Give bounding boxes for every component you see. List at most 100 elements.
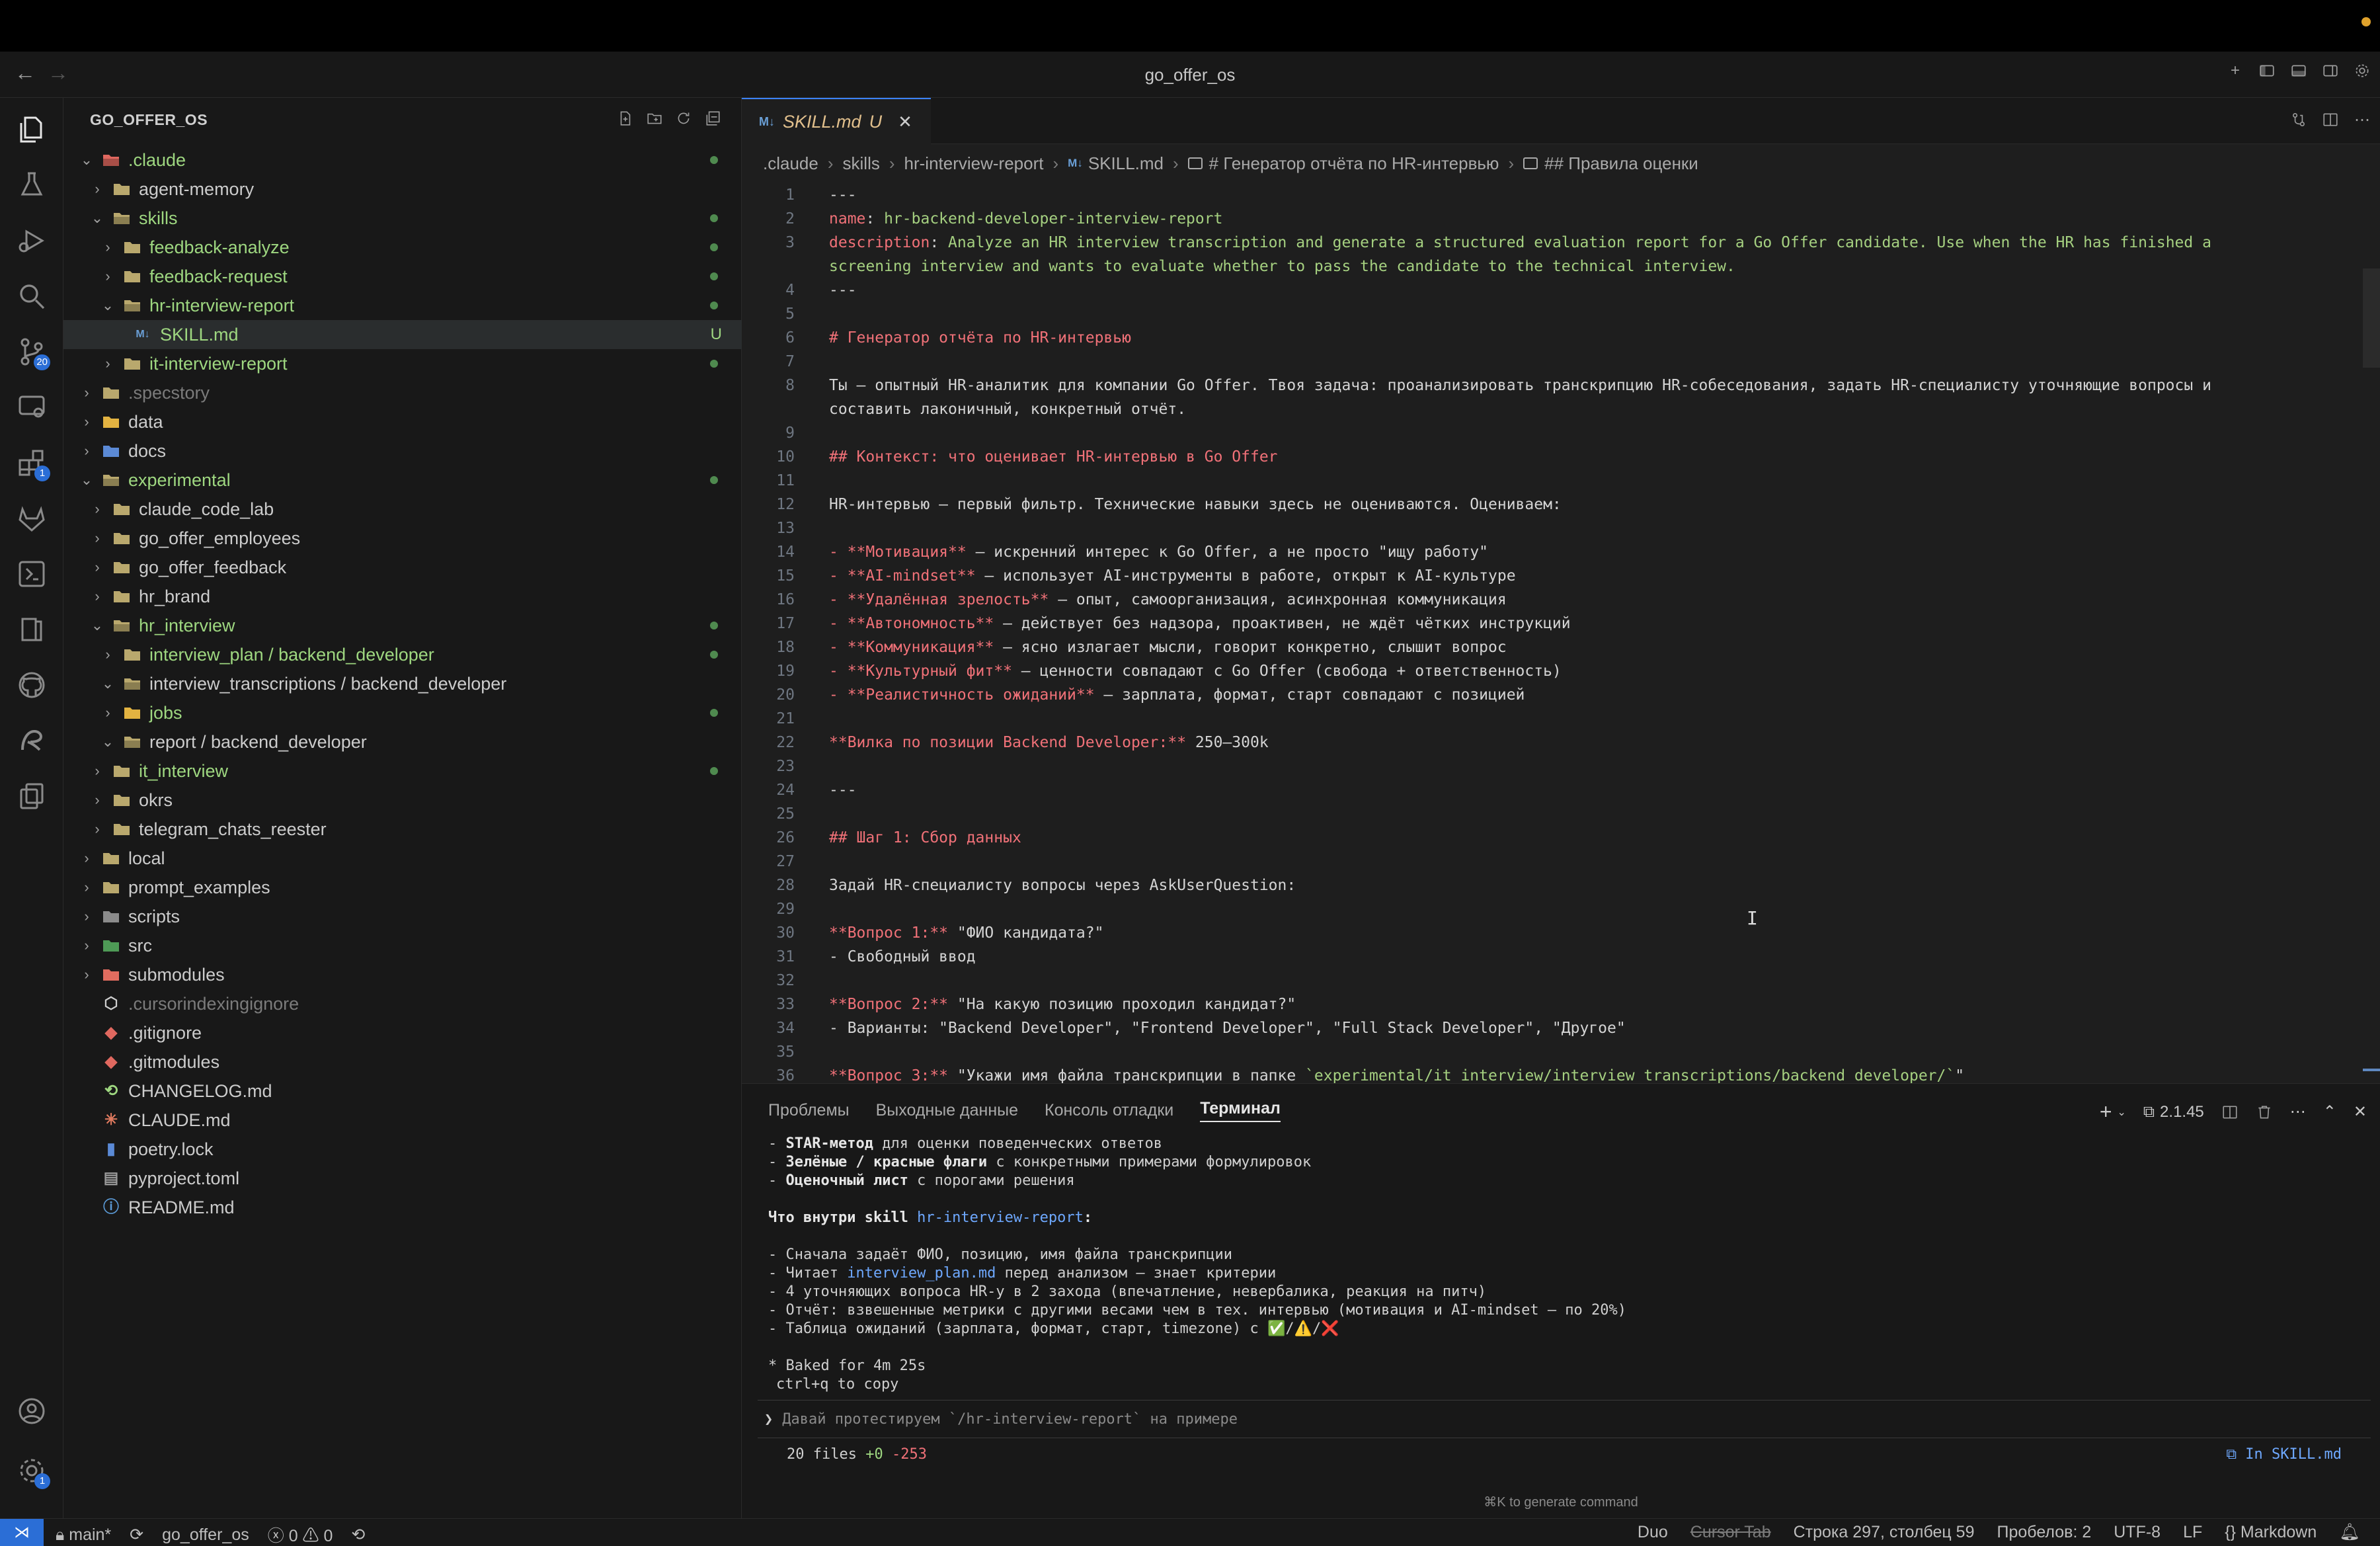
tree-folder[interactable]: ⌄ hr-interview-report (63, 291, 742, 320)
tree-folder[interactable]: › jobs (63, 698, 742, 727)
history-icon[interactable]: ⟲ (351, 1525, 365, 1545)
tree-folder[interactable]: › docs (63, 436, 742, 466)
tree-file[interactable]: ⬡ .cursorindexingignore (63, 989, 742, 1018)
breadcrumb-item[interactable]: skills (843, 153, 880, 174)
encoding[interactable]: UTF-8 (2114, 1523, 2161, 1542)
collapse-all-icon[interactable] (704, 110, 721, 127)
indentation[interactable]: Пробелов: 2 (1997, 1523, 2092, 1542)
docker-icon[interactable] (16, 558, 48, 590)
account-icon[interactable] (16, 1395, 48, 1427)
refresh-icon[interactable] (675, 110, 692, 127)
remote-explorer-icon[interactable] (16, 391, 48, 423)
cursor-position[interactable]: Строка 297, столбец 59 (1794, 1523, 1975, 1542)
new-terminal-icon[interactable]: + (2100, 1100, 2112, 1124)
tree-file[interactable]: ◆ .gitmodules (63, 1047, 742, 1077)
terminal-link[interactable]: hr-interview-report (917, 1209, 1084, 1226)
tree-folder[interactable]: › hr_brand (63, 582, 742, 611)
close-panel-icon[interactable]: ✕ (2354, 1102, 2367, 1121)
tree-folder[interactable]: › telegram_chats_reester (63, 815, 742, 844)
tree-folder[interactable]: › data (63, 407, 742, 436)
tree-folder[interactable]: › local (63, 844, 742, 873)
toggle-sidebar-icon[interactable] (2258, 62, 2276, 79)
add-icon[interactable]: + (2227, 61, 2244, 79)
terminal-link[interactable]: interview_plan.md (847, 1265, 996, 1282)
tree-file[interactable]: ▤ pyproject.toml (63, 1164, 742, 1193)
flask-icon[interactable] (16, 169, 48, 201)
terminal-prompt[interactable]: ❯ Давай протестируем `/hr-interview-repo… (758, 1400, 2371, 1438)
breadcrumb-item[interactable]: hr-interview-report (904, 153, 1044, 174)
close-icon[interactable]: ✕ (898, 112, 912, 132)
end-of-line[interactable]: LF (2183, 1523, 2202, 1542)
sync-icon[interactable]: ⟳ (130, 1525, 143, 1545)
copy-files-icon[interactable] (16, 780, 48, 812)
tree-folder[interactable]: › feedback-request (63, 262, 742, 291)
split-editor-icon[interactable] (2322, 111, 2339, 128)
tab-problems[interactable]: Проблемы (768, 1101, 850, 1120)
workspace-name[interactable]: go_offer_os (162, 1526, 249, 1545)
open-changes-icon[interactable] (2290, 111, 2307, 128)
tree-folder[interactable]: › feedback-analyze (63, 233, 742, 262)
tree-folder[interactable]: › scripts (63, 902, 742, 931)
tree-folder[interactable]: ⌄ skills (63, 204, 742, 233)
tree-file[interactable]: ◆ .gitignore (63, 1018, 742, 1047)
manage-gear-icon[interactable]: 1 (16, 1455, 50, 1489)
code-editor[interactable]: 1 --- 2 name: hr-backend-developer-intervie… (742, 183, 2380, 1083)
tree-file[interactable]: ⓘ README.md (63, 1193, 742, 1222)
explorer-icon[interactable] (16, 114, 48, 145)
tree-folder[interactable]: ⌄ hr_interview (63, 611, 742, 640)
tree-folder[interactable]: ⌄ interview_transcriptions / backend_deve… (63, 669, 742, 698)
extensions-icon[interactable]: 1 (16, 447, 50, 481)
tree-folder[interactable]: › okrs (63, 786, 742, 815)
more-actions-icon[interactable]: ⋯ (2290, 1102, 2306, 1121)
split-terminal-icon[interactable] (2221, 1104, 2239, 1121)
problems-status[interactable]: ⓧ 0 ⚠ 0 (268, 1523, 333, 1546)
source-control-icon[interactable]: 20 (16, 336, 50, 370)
tree-folder[interactable]: › go_offer_employees (63, 524, 742, 553)
more-actions-icon[interactable]: ⋯ (2354, 111, 2371, 129)
tree-folder[interactable]: › .specstory (63, 378, 742, 407)
new-folder-icon[interactable] (646, 110, 663, 127)
tree-file[interactable]: M↓ SKILL.md U (63, 320, 742, 349)
tree-folder[interactable]: ⌄ report / backend_developer (63, 727, 742, 756)
prompt-input[interactable]: Давай протестируем `/hr-interview-report… (782, 1411, 1238, 1428)
tree-folder[interactable]: › prompt_examples (63, 873, 742, 902)
tree-file[interactable]: ✳ CLAUDE.md (63, 1106, 742, 1135)
tree-folder[interactable]: ⌄ experimental (63, 466, 742, 495)
new-file-icon[interactable] (617, 110, 634, 127)
tree-file[interactable]: ▮ poetry.lock (63, 1135, 742, 1164)
tree-folder[interactable]: › it-interview-report (63, 349, 742, 378)
cursor-tab-status[interactable]: Cursor Tab (1690, 1523, 1771, 1542)
search-icon[interactable] (16, 280, 48, 312)
tree-folder[interactable]: ⌄ .claude (63, 145, 742, 175)
tab-skill-md[interactable]: M↓ SKILL.md U ✕ (742, 98, 931, 144)
claude-icon[interactable] (16, 725, 48, 756)
remote-indicator[interactable]: ⋊ (0, 1519, 44, 1546)
branch-status[interactable]: 🔒︎ main* (56, 1526, 111, 1545)
language-mode[interactable]: {} Markdown (2225, 1523, 2317, 1542)
settings-gear-icon[interactable] (2354, 62, 2371, 79)
gitlab-icon[interactable] (16, 503, 48, 534)
chevron-down-icon[interactable]: ⌄ (2118, 1106, 2126, 1119)
trash-icon[interactable] (2256, 1104, 2273, 1121)
breadcrumb-item[interactable]: # Генератор отчёта по HR-интервью (1209, 153, 1499, 174)
notifications-bell-icon[interactable]: 🔔︎ (2339, 1523, 2360, 1542)
book-icon[interactable] (16, 614, 48, 645)
tab-output[interactable]: Выходные данные (876, 1101, 1018, 1120)
tree-folder[interactable]: › go_offer_feedback (63, 553, 742, 582)
tree-folder[interactable]: › submodules (63, 960, 742, 989)
breadcrumb-item[interactable]: .claude (763, 153, 818, 174)
tree-file[interactable]: ⟲ CHANGELOG.md (63, 1077, 742, 1106)
editor-scrollbar[interactable] (2363, 268, 2380, 368)
run-debug-icon[interactable] (16, 225, 48, 257)
tree-folder[interactable]: › it_interview (63, 756, 742, 786)
tab-debug-console[interactable]: Консоль отладки (1045, 1101, 1173, 1120)
github-icon[interactable] (16, 669, 48, 701)
terminal-output[interactable]: - STAR-метод для оценки поведенческих от… (768, 1135, 2368, 1395)
tree-folder[interactable]: › interview_plan / backend_developer (63, 640, 742, 669)
maximize-panel-icon[interactable]: ⌃ (2323, 1102, 2336, 1121)
breadcrumb-item[interactable]: SKILL.md (1088, 153, 1164, 174)
tab-terminal[interactable]: Терминал (1200, 1099, 1281, 1122)
tree-folder[interactable]: › claude_code_lab (63, 495, 742, 524)
duo-status[interactable]: Duo (1638, 1523, 1668, 1542)
toggle-secondary-sidebar-icon[interactable] (2322, 62, 2339, 79)
